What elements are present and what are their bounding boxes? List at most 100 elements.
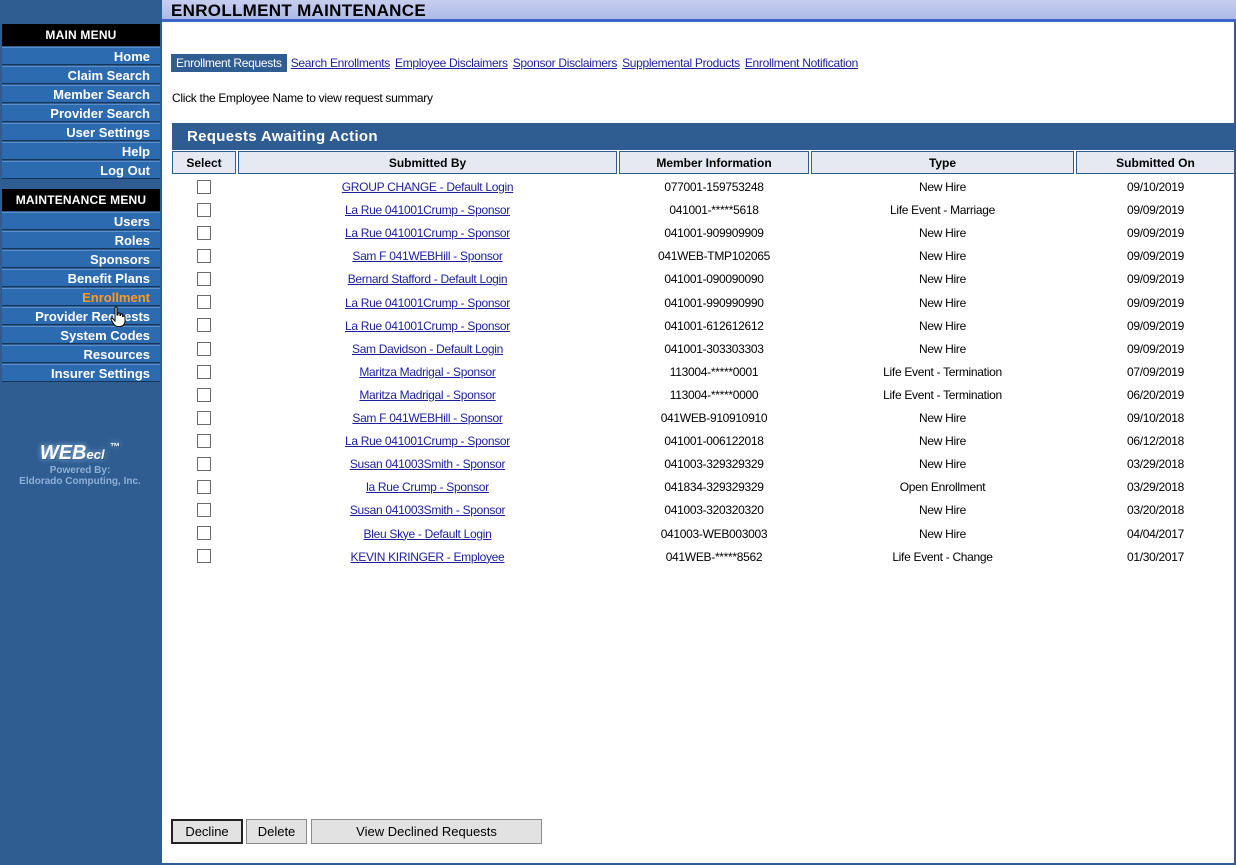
row-select-checkbox[interactable]: [197, 480, 211, 495]
main-menu-item-provider-search[interactable]: Provider Search: [2, 104, 160, 122]
type-cell: New Hire: [919, 411, 966, 425]
row-select-checkbox[interactable]: [197, 526, 211, 541]
table-row: Maritza Madrigal - Sponsor 113004-*****00…: [172, 362, 1235, 382]
main-menu-item-help[interactable]: Help: [2, 142, 160, 160]
table-row: Bleu Skye - Default Login 041003-WEB00300…: [172, 524, 1235, 544]
member-information-cell: 077001-159753248: [664, 180, 764, 194]
maintenance-menu-header: MAINTENANCE MENU: [2, 189, 160, 211]
submitted-by-link[interactable]: Susan 041003Smith - Sponsor: [350, 457, 506, 471]
table-row: Susan 041003Smith - Sponsor 041003-320320…: [172, 500, 1235, 520]
submitted-by-link[interactable]: Sam F 041WEBHill - Sponsor: [352, 411, 503, 425]
delete-button[interactable]: Delete: [246, 819, 307, 844]
row-select-checkbox[interactable]: [197, 503, 211, 518]
type-cell: Open Enrollment: [899, 480, 986, 495]
maintenance-menu-item-provider-requests[interactable]: Provider Requests: [2, 307, 160, 325]
type-cell: New Hire: [919, 180, 966, 194]
submitted-by-cell: La Rue 041001Crump - Sponsor: [238, 316, 617, 336]
submitted-on-cell: 06/12/2018: [1126, 434, 1185, 449]
row-select-checkbox[interactable]: [197, 318, 211, 333]
table-row: La Rue 041001Crump - Sponsor 041001-*****…: [172, 200, 1235, 220]
submitted-by-link[interactable]: Maritza Madrigal - Sponsor: [359, 388, 496, 402]
submitted-on-cell: 03/29/2018: [1126, 457, 1185, 472]
main-menu-item-claim-search[interactable]: Claim Search: [2, 66, 160, 84]
row-select-checkbox[interactable]: [197, 457, 211, 472]
sidebar: MAIN MENU Home Claim Search Member Search P…: [0, 0, 162, 865]
row-select-checkbox[interactable]: [197, 202, 211, 217]
submitted-by-link[interactable]: La Rue 041001Crump - Sponsor: [345, 226, 510, 240]
row-select-checkbox[interactable]: [197, 549, 211, 564]
maintenance-menu-item-resources[interactable]: Resources: [2, 345, 160, 363]
row-select-checkbox[interactable]: [197, 410, 211, 425]
submitted-by-link[interactable]: la Rue Crump - Sponsor: [366, 480, 489, 494]
table-row: Sam F 041WEBHill - Sponsor 041WEB-9109109…: [172, 408, 1235, 428]
tab-employee-disclaimers[interactable]: Employee Disclaimers: [395, 56, 508, 70]
table-row: La Rue 041001Crump - Sponsor 041001-00612…: [172, 431, 1235, 451]
row-select-checkbox[interactable]: [197, 364, 211, 379]
select-cell: [172, 200, 236, 220]
submitted-by-link[interactable]: Sam F 041WEBHill - Sponsor: [352, 249, 503, 263]
row-select-checkbox[interactable]: [197, 226, 211, 241]
main-menu-item-member-search[interactable]: Member Search: [2, 85, 160, 103]
tab-sponsor-disclaimers[interactable]: Sponsor Disclaimers: [513, 56, 618, 70]
select-cell: [172, 339, 236, 359]
member-information-cell: 041WEB-*****8562: [665, 549, 763, 564]
type-cell: New Hire: [919, 318, 966, 333]
select-cell: [172, 431, 236, 451]
logo-mark: WEBecl ™: [39, 442, 121, 464]
page-title: ENROLLMENT MAINTENANCE: [171, 1, 426, 20]
submitted-by-link[interactable]: GROUP CHANGE - Default Login: [342, 180, 514, 194]
submitted-by-link[interactable]: Bernard Stafford - Default Login: [348, 272, 508, 286]
row-select-checkbox[interactable]: [197, 387, 211, 402]
submitted-by-cell: Bleu Skye - Default Login: [238, 524, 617, 544]
maintenance-menu-item-enrollment[interactable]: Enrollment: [2, 288, 160, 306]
select-cell: [172, 385, 236, 405]
submitted-by-link[interactable]: La Rue 041001Crump - Sponsor: [345, 319, 510, 333]
member-information-cell: 113004-*****0001: [669, 364, 759, 379]
submitted-on-cell: 09/09/2019: [1126, 249, 1185, 264]
tab-enrollment-requests[interactable]: Enrollment Requests: [171, 54, 287, 72]
column-header-submitted-on: Submitted On: [1076, 151, 1235, 174]
select-cell: [172, 408, 236, 428]
main-menu-item-home[interactable]: Home: [2, 47, 160, 65]
column-header-type: Type: [811, 151, 1074, 174]
submitted-by-link[interactable]: KEVIN KIRINGER - Employee: [351, 550, 505, 564]
submitted-by-link[interactable]: Bleu Skye - Default Login: [364, 527, 492, 541]
submitted-by-cell: Sam F 041WEBHill - Sponsor: [238, 408, 617, 428]
select-cell: [172, 223, 236, 243]
main-menu-item-log-out[interactable]: Log Out: [2, 161, 160, 179]
row-select-checkbox[interactable]: [197, 433, 211, 448]
member-information-cell: 041001-*****5618: [669, 203, 759, 218]
tab-enrollment-notification[interactable]: Enrollment Notification: [745, 56, 858, 70]
row-select-checkbox[interactable]: [197, 249, 211, 264]
tab-supplemental-products[interactable]: Supplemental Products: [622, 56, 740, 70]
row-select-checkbox[interactable]: [197, 179, 211, 194]
requests-panel-header: Requests Awaiting Action: [172, 123, 1235, 150]
type-cell: New Hire: [919, 526, 966, 541]
hand-pointer-icon: [110, 306, 126, 327]
row-select-checkbox[interactable]: [197, 272, 211, 287]
submitted-by-link[interactable]: La Rue 041001Crump - Sponsor: [345, 203, 510, 217]
submitted-on-cell: 01/30/2017: [1126, 549, 1185, 564]
submitted-by-link[interactable]: Maritza Madrigal - Sponsor: [359, 365, 496, 379]
row-select-checkbox[interactable]: [197, 295, 211, 310]
submitted-by-link[interactable]: La Rue 041001Crump - Sponsor: [345, 434, 510, 448]
maintenance-menu-item-benefit-plans[interactable]: Benefit Plans: [2, 269, 160, 287]
submitted-by-link[interactable]: La Rue 041001Crump - Sponsor: [345, 296, 510, 310]
submitted-on-cell: 09/09/2019: [1126, 203, 1185, 218]
view-declined-requests-button[interactable]: View Declined Requests: [311, 819, 542, 844]
submitted-by-link[interactable]: Sam Davidson - Default Login: [352, 342, 503, 356]
tab-search-enrollments[interactable]: Search Enrollments: [291, 56, 391, 70]
maintenance-menu-item-sponsors[interactable]: Sponsors: [2, 250, 160, 268]
maintenance-menu-item-users[interactable]: Users: [2, 212, 160, 230]
select-cell: [172, 177, 236, 197]
select-cell: [172, 316, 236, 336]
main-menu-item-user-settings[interactable]: User Settings: [2, 123, 160, 141]
submitted-by-link[interactable]: Susan 041003Smith - Sponsor: [350, 503, 506, 517]
submitted-on-cell: 09/09/2019: [1126, 318, 1185, 333]
maintenance-menu-item-system-codes[interactable]: System Codes: [2, 326, 160, 344]
enrollment-tabs: Enrollment Requests Search Enrollments Emp…: [171, 54, 863, 72]
decline-button[interactable]: Decline: [171, 819, 243, 844]
maintenance-menu-item-insurer-settings[interactable]: Insurer Settings: [2, 364, 160, 382]
row-select-checkbox[interactable]: [197, 341, 211, 356]
maintenance-menu-item-roles[interactable]: Roles: [2, 231, 160, 249]
